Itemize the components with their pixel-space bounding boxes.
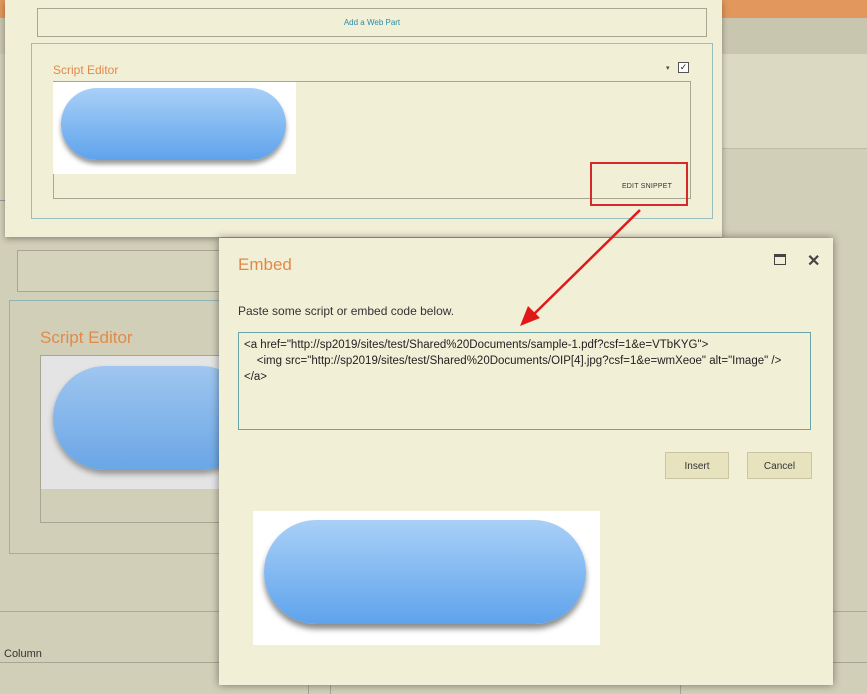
add-webpart-zone[interactable]: Add a Web Part	[37, 8, 707, 37]
script-editor-title: Script Editor	[53, 63, 119, 77]
blue-pill-image	[264, 520, 586, 624]
cancel-button[interactable]: Cancel	[747, 452, 812, 479]
close-icon[interactable]: ✕	[807, 251, 820, 271]
embed-dialog: Embed ✕ Paste some script or embed code …	[219, 238, 833, 685]
blue-pill-image	[61, 88, 286, 160]
background-editor-title: Script Editor	[40, 328, 133, 347]
webpart-select-checkbox[interactable]: ✓	[678, 62, 689, 73]
dialog-title: Embed	[238, 255, 292, 274]
background-add-webpart-box	[17, 250, 234, 292]
red-highlight-box	[590, 162, 688, 206]
embed-code-textarea[interactable]: <a href="http://sp2019/sites/test/Shared…	[238, 332, 811, 430]
insert-button[interactable]: Insert	[665, 452, 729, 479]
maximize-icon[interactable]	[774, 254, 786, 265]
column-header-label: Column	[4, 648, 42, 660]
background-right-panel	[722, 54, 867, 149]
add-webpart-link[interactable]: Add a Web Part	[344, 18, 400, 27]
webpart-menu-icon[interactable]: ▾	[666, 64, 670, 72]
dialog-instruction: Paste some script or embed code below.	[238, 304, 455, 318]
